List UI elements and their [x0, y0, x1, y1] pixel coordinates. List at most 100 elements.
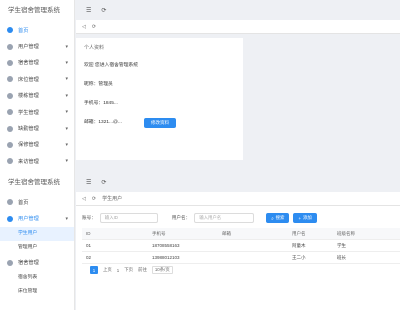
menu-toggle-icon[interactable]: ☰	[86, 7, 91, 14]
profile-row: 手机号：1845...	[84, 101, 118, 106]
building-icon	[7, 259, 13, 266]
chevron-down-icon: ▾	[65, 92, 68, 99]
sidebar-item[interactable]: 宿舍管理 ▾	[0, 55, 74, 71]
col-header: 手机号	[152, 230, 166, 236]
sidebar-item-label: 楼栋管理	[18, 93, 39, 100]
app-brand: 学生宿舍管理系统	[8, 179, 60, 186]
back-icon[interactable]: ◁	[82, 24, 86, 30]
topbar: ☰ ⟳	[76, 172, 400, 192]
page-1[interactable]: 1	[90, 266, 98, 274]
sidebar-subitem[interactable]: 管理用户	[0, 241, 74, 255]
search-bar: 账号： 输入ID 用户名： 输入用户名 ⌕ 搜索 + 添加	[82, 212, 394, 224]
sidebar-item-label: 来访管理	[18, 158, 39, 165]
wrench-icon	[7, 141, 13, 148]
building-icon	[7, 59, 13, 66]
user-icon	[7, 43, 13, 50]
tab-students[interactable]: 学生用户	[102, 195, 122, 202]
cell: 王二小	[292, 254, 306, 260]
cell: 18708558163	[152, 243, 180, 248]
sidebar-item[interactable]: 学生管理 ▾	[0, 104, 74, 120]
page-size-select[interactable]: 10条/页	[151, 266, 173, 274]
refresh-tab-icon[interactable]: ⟳	[92, 196, 96, 202]
sidebar-item-label: 首页	[18, 27, 29, 34]
refresh-icon[interactable]: ⟳	[101, 179, 106, 186]
sidebar-item[interactable]: 楼栋管理 ▾	[0, 88, 74, 104]
sidebar-item[interactable]: 首页	[0, 194, 74, 210]
col-header: 邮箱	[222, 230, 231, 236]
current-page: 1	[116, 267, 120, 273]
sidebar: 学生宿舍管理系统 首页 用户管理 ▾ 学生用户 管理用户宿舍管理宿舍列表 床位管理	[0, 172, 75, 310]
sidebar-item[interactable]: 用户管理 ▾	[0, 38, 74, 54]
table-row[interactable]: 01 18708558163 阿童木 学生	[82, 240, 400, 252]
username-label: 用户名：	[171, 215, 191, 220]
sidebar-subitem[interactable]: 学生用户	[0, 226, 74, 241]
profile-card: 个人资料 欢迎 您进入宿舍管理系统 昵称：管理员 手机号：1845... 邮箱：…	[76, 38, 243, 160]
sidebar-item-label: 床位管理	[18, 76, 39, 83]
id-label: 账号：	[82, 215, 96, 220]
visitor-icon	[7, 158, 13, 165]
prev-page[interactable]: 上页	[103, 267, 112, 273]
sidebar-item[interactable]: 首页	[0, 22, 74, 38]
add-button[interactable]: + 添加	[293, 213, 317, 223]
card-title: 个人资料	[84, 45, 105, 51]
user-icon	[7, 215, 13, 222]
sidebar-item-label: 保修管理	[18, 142, 39, 149]
sidebar-subitem[interactable]: 床位管理	[0, 285, 74, 299]
app-brand: 学生宿舍管理系统	[8, 7, 60, 14]
chevron-down-icon: ▾	[65, 141, 68, 148]
cell: 阿童木	[292, 242, 306, 248]
sidebar-item[interactable]: 用户管理 ▾	[0, 210, 74, 226]
username-input[interactable]: 输入用户名	[194, 213, 255, 223]
profile-window: 学生宿舍管理系统 首页 用户管理 ▾ 宿舍管理 ▾ 床位管理 ▾ 楼栋管理 ▾ 学生管理 ▾ 缺勤管理…	[0, 0, 400, 172]
search-button[interactable]: ⌕ 搜索	[266, 213, 290, 223]
profile-row: 昵称：管理员	[84, 82, 113, 87]
absence-icon	[7, 125, 13, 132]
sidebar-item[interactable]: 宿舍管理	[0, 255, 74, 271]
sidebar-item[interactable]: 来访管理 ▾	[0, 153, 74, 169]
refresh-icon[interactable]: ⟳	[101, 7, 106, 14]
id-input[interactable]: 输入ID	[99, 213, 158, 223]
breadcrumb: ◁ ⟳ 学生用户	[76, 192, 400, 206]
profile-row: 欢迎 您进入宿舍管理系统	[84, 63, 139, 68]
edit-profile-button[interactable]: 修改资料	[144, 118, 176, 128]
sidebar: 学生宿舍管理系统 首页 用户管理 ▾ 宿舍管理 ▾ 床位管理 ▾ 楼栋管理 ▾ 学生管理 ▾ 缺勤管理…	[0, 0, 75, 172]
chevron-down-icon: ▾	[65, 125, 68, 132]
student-icon	[7, 109, 13, 116]
next-page[interactable]: 下页	[124, 267, 133, 273]
col-header: ID	[86, 231, 91, 236]
home-icon	[7, 199, 13, 206]
chevron-down-icon: ▾	[65, 43, 68, 50]
students-window: 学生宿舍管理系统 首页 用户管理 ▾ 学生用户 管理用户 宿舍管理 宿舍列表 床位管理 ☰ ⟳…	[0, 172, 400, 310]
sidebar-item[interactable]: 保修管理 ▾	[0, 137, 74, 153]
goto-label: 前往	[138, 267, 147, 272]
back-icon[interactable]: ◁	[82, 196, 86, 202]
sidebar-item-label: 用户管理	[18, 44, 39, 51]
cell: 班长	[337, 254, 346, 260]
cell: 13988012103	[152, 255, 180, 260]
sidebar-item-label: 用户管理	[18, 216, 39, 223]
plus-icon: +	[298, 215, 302, 221]
students-content: 账号： 输入ID 用户名： 输入用户名 ⌕ 搜索 + 添加 ID 手机号 邮箱 用户…	[76, 206, 400, 310]
sidebar-item-label: 宿舍管理	[18, 60, 39, 67]
col-header: 班级名称	[337, 230, 355, 236]
breadcrumb: ◁ ⟳	[76, 20, 400, 34]
chevron-down-icon: ▾	[65, 59, 68, 66]
table-header: ID 手机号 邮箱 用户名 班级名称	[82, 228, 400, 240]
home-icon	[7, 27, 13, 34]
table-row[interactable]: 02 13988012103 王二小 班长	[82, 252, 400, 264]
sidebar-item[interactable]: 床位管理 ▾	[0, 71, 74, 87]
sidebar-item[interactable]: 缺勤管理 ▾	[0, 120, 74, 136]
menu-toggle-icon[interactable]: ☰	[86, 179, 91, 186]
topbar: ☰ ⟳	[76, 0, 400, 20]
chevron-down-icon: ▾	[65, 76, 68, 83]
cell: 02	[86, 255, 92, 260]
sidebar-subitem[interactable]: 宿舍列表	[0, 271, 74, 285]
chevron-down-icon: ▾	[65, 109, 68, 116]
sidebar-item-label: 宿舍管理	[18, 260, 39, 267]
add-button-label: 添加	[303, 215, 312, 220]
search-icon: ⌕	[271, 215, 274, 221]
col-header: 用户名	[292, 230, 306, 236]
chevron-down-icon: ▾	[65, 158, 68, 165]
refresh-tab-icon[interactable]: ⟳	[92, 24, 96, 30]
sidebar-item-label: 缺勤管理	[18, 126, 39, 133]
